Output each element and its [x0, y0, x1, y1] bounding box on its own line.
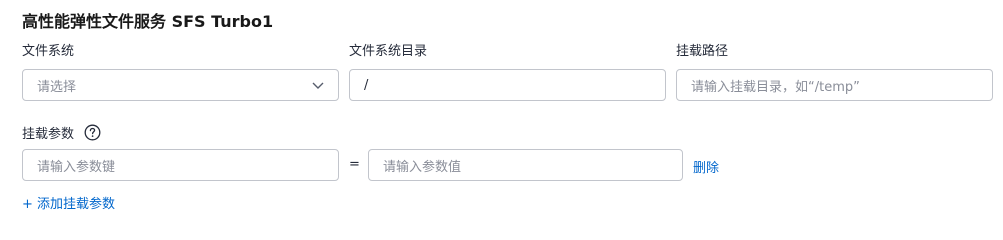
param-key-input[interactable]: 请输入参数键	[22, 149, 339, 181]
param-value-placeholder: 请输入参数值	[383, 159, 462, 175]
chevron-down-icon	[310, 77, 326, 93]
directory-input-value: /	[364, 77, 369, 93]
param-key-placeholder: 请输入参数键	[37, 159, 116, 175]
file-system-label: 文件系统	[22, 44, 75, 59]
delete-param-link[interactable]: 删除	[693, 157, 719, 176]
file-system-select[interactable]: 请选择	[22, 69, 339, 101]
mount-path-label: 挂载路径	[676, 44, 729, 59]
directory-input[interactable]: /	[349, 69, 666, 101]
param-value-input[interactable]: 请输入参数值	[368, 149, 683, 181]
section-title: 高性能弹性文件服务 SFS Turbo1	[22, 12, 274, 31]
add-mount-param-link[interactable]: + 添加挂载参数	[22, 193, 115, 212]
question-circle-icon[interactable]	[84, 124, 101, 141]
mount-params-label: 挂载参数	[22, 127, 75, 142]
equals-sign: =	[349, 157, 360, 172]
mount-path-input-placeholder: 请输入挂载目录，如“/temp”	[691, 79, 860, 95]
file-system-select-placeholder: 请选择	[37, 79, 77, 95]
mount-params-heading: 挂载参数	[22, 123, 101, 142]
directory-label: 文件系统目录	[349, 44, 428, 59]
mount-path-input[interactable]: 请输入挂载目录，如“/temp”	[676, 69, 993, 101]
